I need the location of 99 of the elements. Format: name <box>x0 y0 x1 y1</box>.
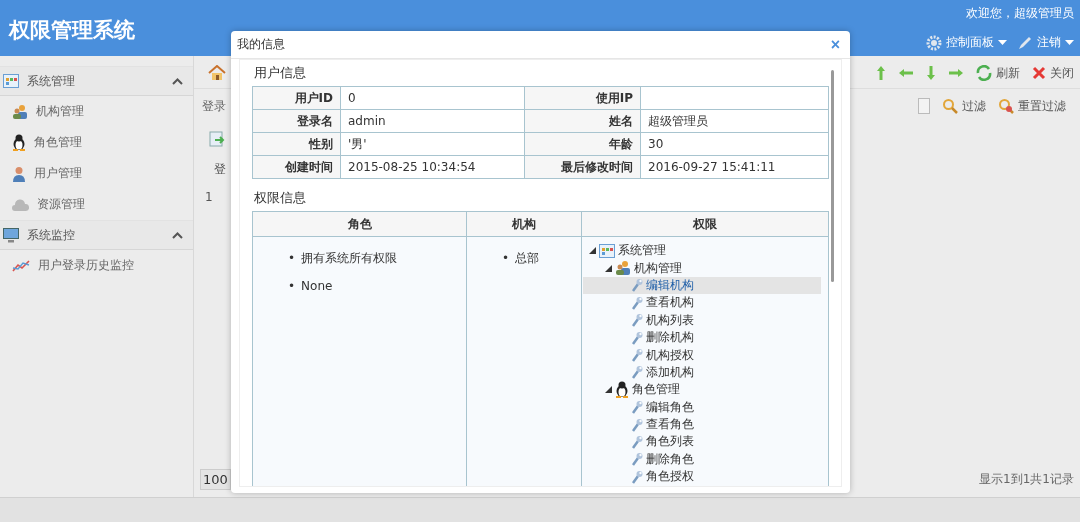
toolbar-button[interactable]: 关闭 <box>1032 64 1074 82</box>
field-label: 年龄 <box>524 132 641 156</box>
section-title: 用户信息 <box>253 64 307 82</box>
penguin-icon <box>12 134 26 151</box>
expanded-triangle-icon[interactable] <box>589 247 596 255</box>
filter-label: 登录 <box>202 97 226 115</box>
field-value: 2015-08-25 10:34:54 <box>340 155 525 179</box>
reset-search-icon <box>998 98 1014 114</box>
wrench-icon <box>631 348 643 363</box>
wrench-icon <box>631 278 643 293</box>
column-header: 登 <box>214 160 226 178</box>
expanded-triangle-icon[interactable] <box>605 386 612 394</box>
people-icon <box>615 260 631 277</box>
tree-node[interactable]: 系统管理 <box>583 242 821 260</box>
bullet: • <box>288 250 296 266</box>
down-arrow-icon <box>926 65 936 81</box>
filter-button[interactable]: 重置过滤 <box>998 97 1066 115</box>
column-header: 角色 <box>252 211 467 237</box>
table-icon <box>599 243 615 258</box>
field-label: 姓名 <box>524 109 641 133</box>
field-value: 0 <box>340 86 525 110</box>
document-icon <box>918 98 930 114</box>
field-label: 最后修改时间 <box>524 155 641 179</box>
field-value: 超级管理员 <box>640 109 829 133</box>
cloud-icon <box>12 197 29 212</box>
collapse-icon[interactable] <box>172 231 183 239</box>
org-item: 总部 <box>515 250 540 266</box>
scrollbar[interactable] <box>831 70 834 282</box>
tree-node[interactable]: 添加机构 <box>583 363 821 382</box>
monitor-icon <box>3 227 19 243</box>
field-label: 使用IP <box>524 86 641 110</box>
tree-node[interactable]: 查看机构 <box>583 294 821 312</box>
wrench-icon <box>631 330 643 345</box>
page-size-field[interactable]: 100 <box>200 468 231 490</box>
table-icon <box>3 74 19 88</box>
user-icon <box>12 165 26 182</box>
app-title: 权限管理系统 <box>7 17 135 44</box>
role-item: None <box>301 278 333 294</box>
sidebar-item[interactable]: 角色管理 <box>0 127 172 158</box>
house-icon[interactable] <box>208 65 226 81</box>
tree-node[interactable]: 查看角色 <box>583 415 821 434</box>
role-item: 拥有系统所有权限 <box>301 250 398 266</box>
tree-node[interactable]: 角色授权 <box>583 468 821 486</box>
collapse-icon[interactable] <box>172 77 183 85</box>
section-title: 权限信息 <box>253 189 307 207</box>
tree-node[interactable]: 机构列表 <box>583 311 821 329</box>
tree-node[interactable]: 角色管理 <box>583 381 821 399</box>
sidebar-item[interactable]: 用户登录历史监控 <box>0 250 172 281</box>
sidebar-panel-header[interactable]: 系统管理 <box>0 66 193 96</box>
row-number: 1 <box>205 190 213 204</box>
sidebar-panel-header[interactable]: 系统监控 <box>0 220 193 250</box>
bullet: • <box>502 250 510 266</box>
field-label: 性别 <box>252 132 341 156</box>
field-value: 30 <box>640 132 829 156</box>
sidebar-item[interactable]: 资源管理 <box>0 189 172 220</box>
sidebar-item[interactable]: 用户管理 <box>0 158 172 189</box>
field-label: 创建时间 <box>252 155 341 179</box>
left-arrow-icon <box>898 68 914 78</box>
field-label: 用户ID <box>252 86 341 110</box>
field-label: 登录名 <box>252 109 341 133</box>
caret-icon <box>998 40 1007 45</box>
wrench-icon <box>631 435 643 449</box>
wrench-icon <box>631 365 643 380</box>
sidebar-item[interactable]: 机构管理 <box>0 96 172 127</box>
field-value: 2016-09-27 15:41:11 <box>640 155 829 179</box>
expanded-triangle-icon[interactable] <box>605 264 612 272</box>
tree-node[interactable]: 删除角色 <box>583 450 821 469</box>
tree-node[interactable]: 角色列表 <box>583 433 821 451</box>
field-value: admin <box>340 109 525 133</box>
gear-icon <box>926 34 942 51</box>
pagination-status: 显示1到1共1记录 <box>979 470 1074 488</box>
tree-node[interactable]: 编辑机构 <box>583 276 821 295</box>
line-chart-icon <box>12 259 30 272</box>
wrench-icon <box>631 417 643 432</box>
field-value: '男' <box>340 132 525 156</box>
right-arrow-icon <box>948 68 964 78</box>
wrench-icon <box>631 313 643 328</box>
bullet: • <box>288 278 296 294</box>
filter-button[interactable]: 过滤 <box>942 97 986 115</box>
wrench-icon <box>631 400 643 415</box>
tree-node[interactable]: 机构管理 <box>583 259 821 277</box>
up-arrow-icon <box>876 65 886 81</box>
tree-node[interactable]: 机构授权 <box>583 346 821 364</box>
pen-icon <box>1017 34 1033 51</box>
search-icon <box>942 98 958 114</box>
column-header: 机构 <box>466 211 582 237</box>
tree-node[interactable]: 删除机构 <box>583 328 821 347</box>
refresh-icon <box>976 65 992 81</box>
close-icon <box>1032 66 1046 80</box>
dialog-title: 我的信息 <box>237 36 285 53</box>
tree-node[interactable]: 编辑角色 <box>583 398 821 416</box>
caret-icon <box>1065 40 1074 45</box>
people-icon <box>12 103 28 120</box>
column-header: 权限 <box>581 211 829 237</box>
wrench-icon <box>631 295 643 310</box>
toolbar-button[interactable]: 刷新 <box>976 64 1020 82</box>
penguin-icon <box>615 381 629 399</box>
welcome-text: 欢迎您，超级管理员 <box>966 5 1074 22</box>
wrench-icon <box>631 452 643 467</box>
